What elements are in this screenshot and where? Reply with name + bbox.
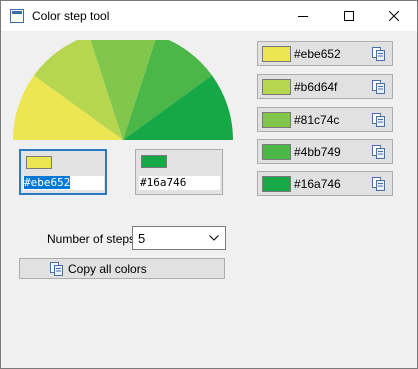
color-step-hex: #b6d64f [294,80,338,94]
copy-icon [372,113,385,127]
maximize-button[interactable] [326,1,372,31]
window-title: Color step tool [32,9,110,23]
copy-icon [372,145,385,159]
end-color-swatch[interactable] [141,155,167,168]
copy-all-button[interactable]: Copy all colors [19,258,225,279]
color-step-button[interactable]: #ebe652 [257,41,393,66]
minimize-icon [298,16,308,17]
start-color-field[interactable]: #ebe652 [23,176,104,190]
steps-label: Number of steps [47,232,136,246]
close-button[interactable] [371,1,417,31]
steps-value: 5 [138,231,146,246]
copy-icon [372,80,385,94]
chevron-down-icon [209,235,219,241]
color-step-hex: #4bb749 [294,145,341,159]
start-color-swatch[interactable] [26,156,52,169]
steps-dropdown[interactable]: 5 [132,226,226,250]
color-step-hex: #ebe652 [294,47,341,61]
copy-icon [50,262,63,276]
color-fan-preview [13,40,233,140]
color-step-swatch [262,144,291,160]
color-step-swatch [262,112,291,128]
start-color-picker[interactable]: #ebe652 [19,149,107,195]
color-step-swatch [262,46,291,62]
maximize-icon [344,11,354,21]
color-step-button[interactable]: #b6d64f [257,74,393,99]
copy-icon [372,47,385,61]
copy-icon [372,177,385,191]
minimize-button[interactable] [280,1,326,31]
color-step-hex: #81c74c [294,113,340,127]
color-step-button[interactable]: #81c74c [257,107,393,132]
title-bar[interactable]: Color step tool [1,1,417,31]
end-color-value: #16a746 [140,176,187,189]
color-step-hex: #16a746 [294,177,341,191]
close-icon [389,11,399,21]
color-step-swatch [262,79,291,95]
end-color-field[interactable]: #16a746 [139,176,220,190]
color-step-swatch [262,176,291,192]
app-icon [10,9,24,23]
color-step-button[interactable]: #16a746 [257,171,393,196]
app-window: Color step tool #ebe652 #16a746 Number o… [0,0,418,369]
copy-all-label: Copy all colors [68,262,147,276]
end-color-picker[interactable]: #16a746 [135,149,223,195]
start-color-value: #ebe652 [24,176,71,189]
color-step-button[interactable]: #4bb749 [257,139,393,164]
